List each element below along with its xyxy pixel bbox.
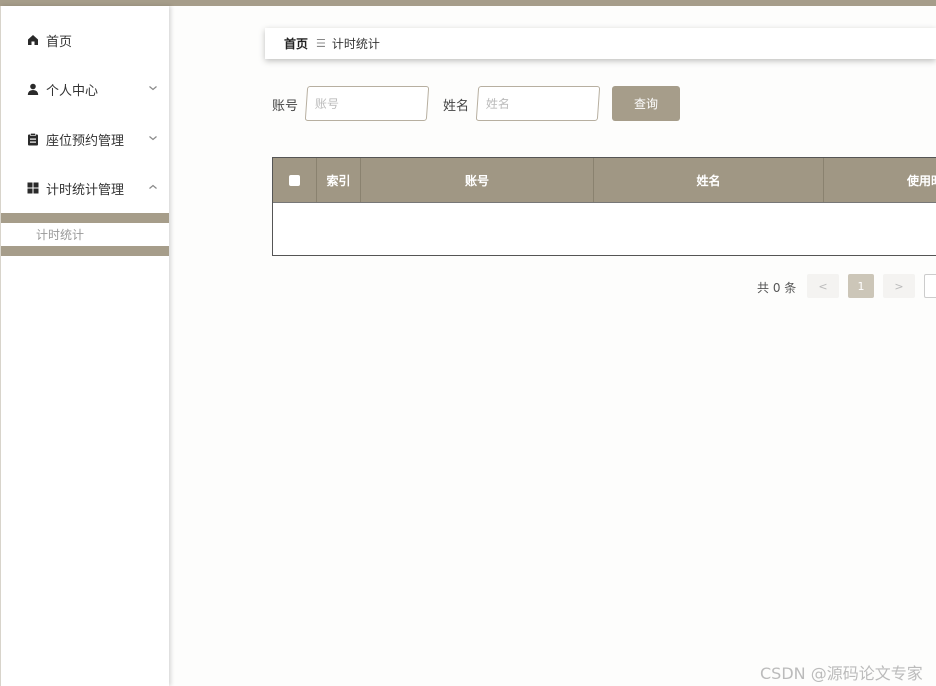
name-label: 姓名 [443,99,470,114]
breadcrumb-current: 计时统计 [331,37,380,51]
sidebar-item-timing-stats[interactable]: 计时统计管理 [1,173,169,203]
sidebar-item-profile[interactable]: 个人中心 [1,74,169,104]
pagination-total: 共 0 条 [757,281,797,295]
next-page-button[interactable]: > [883,274,915,298]
home-icon [26,34,40,46]
clipboard-icon [26,132,40,146]
sidebar-item-label: 首页 [46,34,73,50]
data-table: 索引 账号 姓名 使用时 [272,157,936,256]
sidebar: 首页 个人中心 座位预约管理 计时统计管理 计时统计 [0,6,169,686]
sidebar-item-label: 计时统计管理 [46,182,125,198]
prev-page-button[interactable]: < [807,274,839,298]
submenu-divider [1,246,169,256]
select-all-checkbox[interactable] [289,174,300,186]
table-body-divider [273,202,936,203]
sidebar-item-home[interactable]: 首页 [1,25,169,55]
name-input[interactable] [475,86,601,121]
column-header-usage-time: 使用时 [907,173,936,188]
watermark: CSDN @源码论文专家 [760,664,923,683]
sidebar-item-seat-booking[interactable]: 座位预约管理 [1,124,169,154]
sidebar-item-label: 个人中心 [46,83,99,99]
search-button[interactable]: 查询 [612,86,680,121]
account-label: 账号 [272,99,299,114]
column-header-account: 账号 [361,158,594,202]
sidebar-subitem-timing-stats[interactable]: 计时统计 [1,225,169,245]
sidebar-item-label: 座位预约管理 [46,133,125,149]
grid-icon [26,182,40,194]
page-number-button[interactable]: 1 [848,274,874,298]
breadcrumb-separator-icon: ☰ [316,37,326,50]
submenu-divider [1,213,169,223]
user-icon [26,83,40,95]
chevron-down-icon [148,132,158,147]
breadcrumb: 首页 ☰ 计时统计 [265,28,936,59]
column-header-name: 姓名 [594,158,824,202]
account-input[interactable] [304,86,430,121]
chevron-up-icon [148,181,158,196]
select-all-checkbox-cell [273,158,317,202]
table-header: 索引 账号 姓名 使用时 [273,158,936,202]
breadcrumb-home[interactable]: 首页 [284,35,308,52]
chevron-down-icon [148,82,158,97]
page-jump-input[interactable] [924,274,936,298]
column-header-index: 索引 [317,158,361,202]
